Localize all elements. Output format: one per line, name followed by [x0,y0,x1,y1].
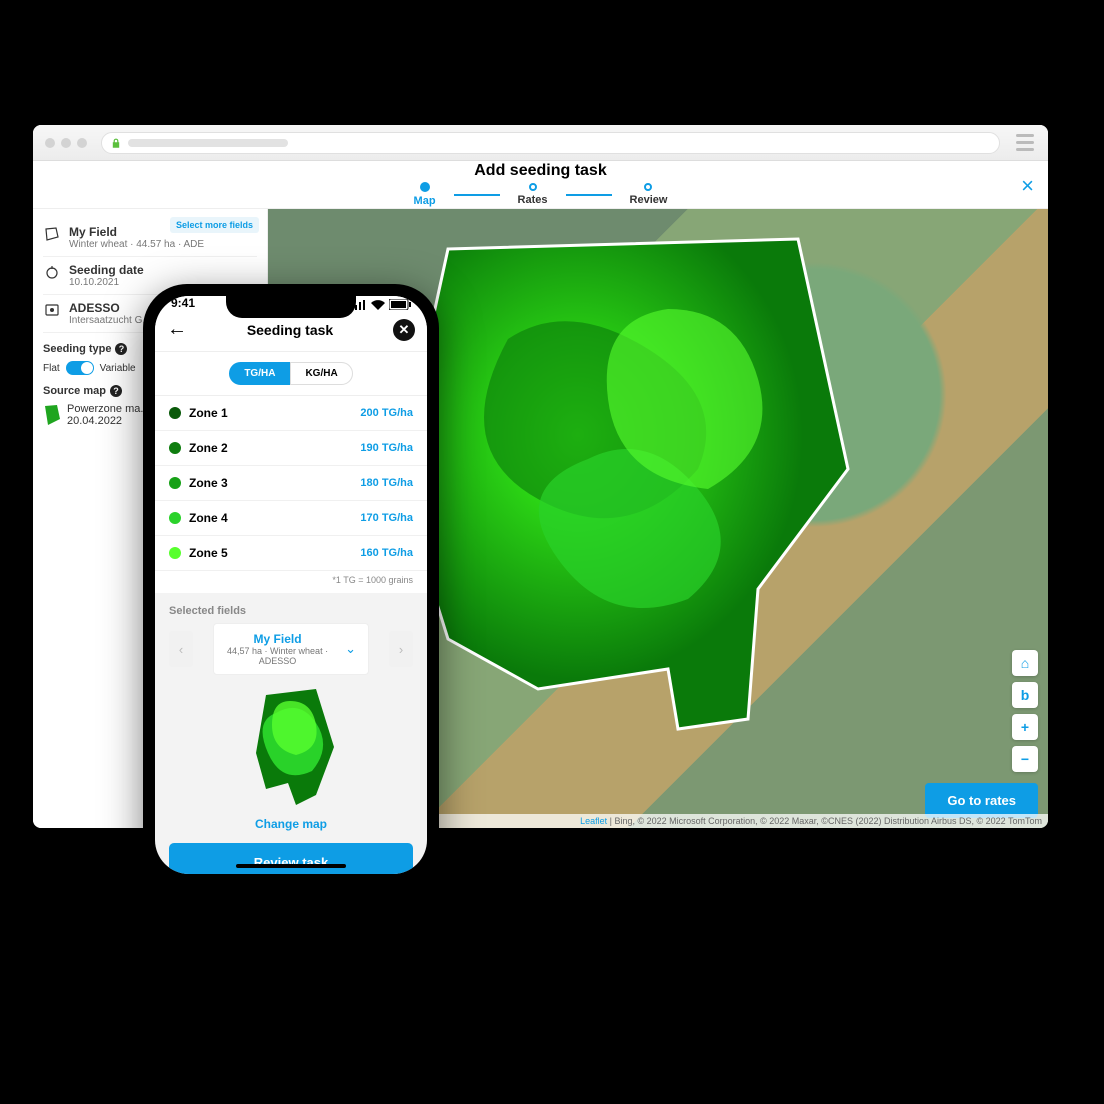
sidebar-field[interactable]: My Field Winter wheat · 44.57 ha · ADE S… [43,219,257,257]
zoom-out-button[interactable]: − [1012,746,1038,772]
zone-color-icon [169,442,181,454]
step-rates[interactable]: Rates [518,183,548,206]
zone-name: Zone 5 [189,546,228,560]
step-map[interactable]: Map [414,182,436,207]
field-icon [43,225,61,243]
help-icon[interactable]: ? [110,385,122,397]
toggle-switch[interactable] [66,361,94,375]
close-icon[interactable]: × [1021,173,1034,199]
zone-value: 190 TG/ha [360,442,413,454]
zone-name: Zone 3 [189,476,228,490]
zone-row[interactable]: Zone 2 190 TG/ha [155,431,427,466]
zone-name: Zone 4 [189,511,228,525]
zone-name: Zone 1 [189,406,228,420]
zone-color-icon [169,547,181,559]
zone-footnote: *1 TG = 1000 grains [155,571,427,593]
phone-title: Seeding task [247,322,333,338]
map-controls: ⌂ b + − [1012,650,1038,772]
zone-value: 180 TG/ha [360,477,413,489]
zone-value: 160 TG/ha [360,547,413,559]
url-placeholder [128,139,288,147]
review-task-button[interactable]: Review task [169,843,413,874]
address-bar[interactable] [101,132,1000,154]
basemap-button[interactable]: b [1012,682,1038,708]
back-icon[interactable]: ← [167,318,187,341]
lock-icon [112,138,120,148]
next-field-button[interactable]: › [389,631,413,667]
unit-toggle: TG/HA KG/HA [155,352,427,396]
close-icon[interactable]: ✕ [393,319,415,341]
chevron-down-icon[interactable]: ⌄ [341,641,360,657]
zone-name: Zone 2 [189,441,228,455]
zone-row[interactable]: Zone 5 160 TG/ha [155,536,427,571]
help-icon[interactable]: ? [115,343,127,355]
zone-color-icon [169,407,181,419]
zoom-in-button[interactable]: + [1012,714,1038,740]
zone-value: 200 TG/ha [360,407,413,419]
zone-color-icon [169,512,181,524]
zone-row[interactable]: Zone 1 200 TG/ha [155,396,427,431]
dot-red [45,138,55,148]
map-thumb-icon [43,404,61,426]
stepper: Map Rates Review [414,182,668,207]
step-review[interactable]: Review [630,183,668,206]
seed-icon [43,301,61,319]
wifi-icon [371,300,385,310]
browser-chrome [33,125,1048,161]
home-indicator [236,864,346,868]
mini-map [155,675,427,809]
phone-header: ← Seeding task ✕ [155,312,427,352]
hamburger-icon[interactable] [1014,134,1036,151]
phone-device: 9:41 ← Seeding task ✕ TG/HA KG/HA Zone 1… [143,284,439,886]
zone-row[interactable]: Zone 4 170 TG/ha [155,501,427,536]
change-map-link[interactable]: Change map [155,809,427,843]
selected-fields-label: Selected fields [155,593,427,623]
go-to-rates-button[interactable]: Go to rates [925,783,1038,818]
page-header: Add seeding task Map Rates Review × [33,161,1048,209]
prev-field-button[interactable]: ‹ [169,631,193,667]
dot-yellow [61,138,71,148]
unit-kg[interactable]: KG/HA [290,362,352,385]
zone-color-icon [169,477,181,489]
phone-time: 9:41 [171,296,195,310]
window-dots [45,138,87,148]
unit-tg[interactable]: TG/HA [229,362,290,385]
select-more-fields-link[interactable]: Select more fields [170,217,259,233]
phone-notch [226,296,356,318]
zone-value: 170 TG/ha [360,512,413,524]
battery-icon [389,299,411,310]
calendar-icon [43,263,61,281]
page-title: Add seeding task [474,162,606,180]
field-card[interactable]: My Field 44,57 ha · Winter wheat · ADESS… [213,623,369,675]
locate-button[interactable]: ⌂ [1012,650,1038,676]
dot-green [77,138,87,148]
zone-row[interactable]: Zone 3 180 TG/ha [155,466,427,501]
